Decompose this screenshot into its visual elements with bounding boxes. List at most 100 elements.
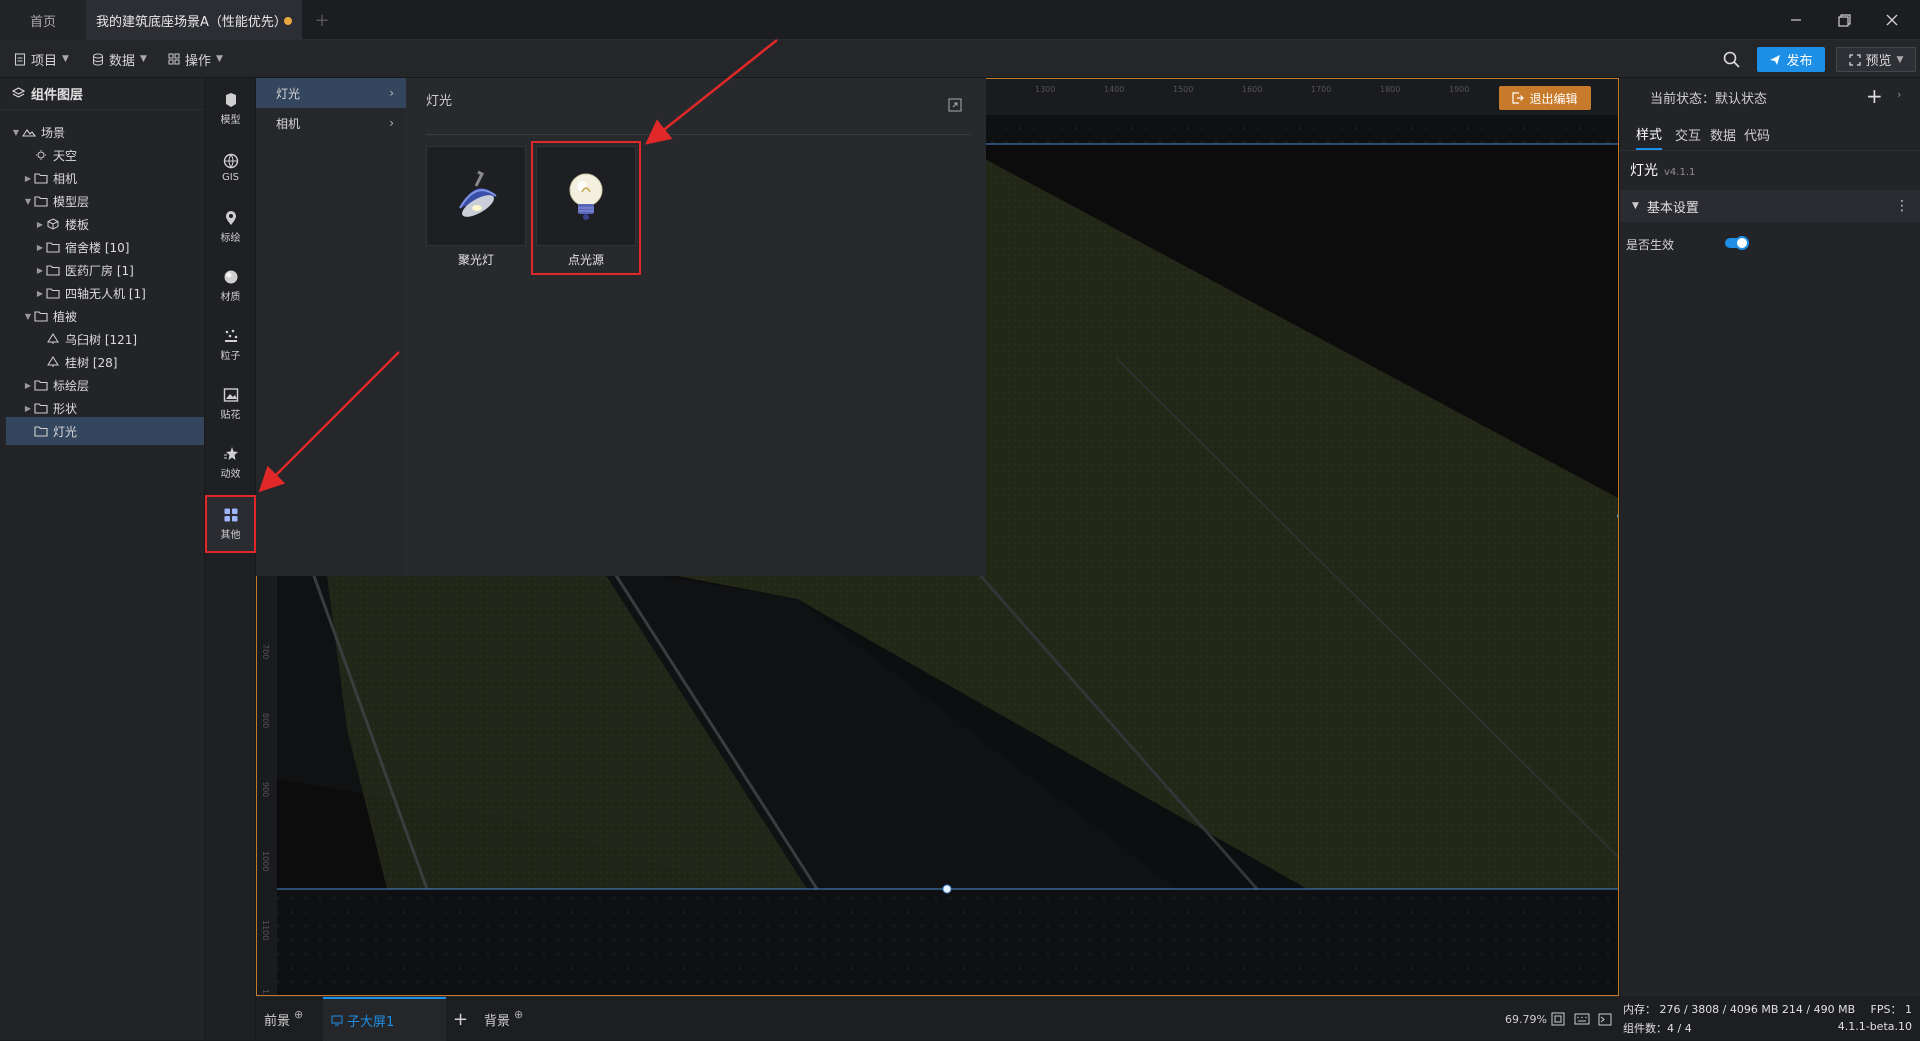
tree-icon <box>47 333 59 344</box>
category-label: 模型 <box>220 115 241 126</box>
section-basic-settings[interactable]: ▼ 基本设置 ⋮ <box>1620 190 1920 222</box>
component-category-strip: 模型 GIS 标绘材质粒子 贴花 动效其他 <box>205 78 256 1040</box>
tree-icon <box>47 356 59 367</box>
add-tab-button[interactable]: + <box>312 0 332 40</box>
foreground-tab[interactable]: 前景 ⊕ <box>264 997 303 1041</box>
exit-edit-button[interactable]: 退出编辑 <box>1499 86 1591 110</box>
material-icon <box>223 269 239 285</box>
menu-bar: 项目 ▼ 数据 ▼ 操作 ▼ 发布 预览 ▼ <box>0 40 1920 78</box>
category-particle[interactable]: 粒子 <box>205 316 256 374</box>
terminal-icon[interactable] <box>1598 997 1612 1041</box>
component-title: 灯光 <box>1630 163 1658 179</box>
caret-right-icon[interactable]: ▶ <box>22 381 34 390</box>
add-screen-button[interactable]: + <box>453 997 468 1041</box>
component-count: 组件数：4 / 4 <box>1623 1022 1692 1035</box>
search-icon[interactable] <box>1723 51 1740 68</box>
restore-button[interactable] <box>1820 0 1868 40</box>
menu-project[interactable]: 项目 ▼ <box>14 40 69 78</box>
particle-icon <box>223 328 239 344</box>
layer-item[interactable]: 灯光 <box>6 417 204 445</box>
add-state-button[interactable]: + <box>1866 84 1883 108</box>
sub-screen-tab[interactable]: 子大屏1 <box>323 997 446 1041</box>
caret-right-icon[interactable]: ▶ <box>22 404 34 413</box>
folder-icon <box>34 380 48 391</box>
caret-down-icon[interactable]: ▼ <box>22 312 34 321</box>
minimize-button[interactable] <box>1772 0 1820 40</box>
scene-icon <box>22 129 36 137</box>
toggle-knob <box>1735 236 1749 250</box>
caret-right-icon[interactable]: ▶ <box>34 243 46 252</box>
layers-icon <box>12 87 25 98</box>
keyboard-icon[interactable] <box>1574 997 1590 1041</box>
folder-icon <box>46 265 60 276</box>
layer-panel: 组件图层 ▼ 场景 天空 ▶ 相机 ▼ 模型层 ▶ 楼板 ▶ 宿舍楼 [10] ▶ 医药厂房 [1] ▶ 四… <box>0 78 205 1040</box>
menu-data[interactable]: 数据 ▼ <box>92 40 147 78</box>
zoom-level-label: 69.79% <box>1505 1012 1547 1026</box>
tab-home[interactable]: 首页 <box>0 0 86 40</box>
folder-icon <box>34 426 48 437</box>
caret-right-icon[interactable]: ▶ <box>34 266 46 275</box>
ruler-tick-label: 1000 <box>261 851 270 872</box>
more-options-icon[interactable]: ⋮ <box>1895 198 1909 214</box>
chevron-right-icon[interactable]: › <box>1897 88 1901 101</box>
ruler-tick-label: 700 <box>261 644 270 660</box>
ruler-tick-label: 1800 <box>1380 85 1401 94</box>
category-material[interactable]: 材质 <box>205 257 256 315</box>
preview-label: 预览 <box>1865 54 1892 69</box>
category-label: 材质 <box>220 292 241 303</box>
caret-right-icon[interactable]: ▶ <box>22 174 34 183</box>
popup-category-light[interactable]: 灯光 › <box>256 78 406 108</box>
model-icon <box>223 92 239 108</box>
caret-down-icon[interactable]: ▼ <box>10 128 22 137</box>
fit-icon[interactable] <box>1551 997 1565 1041</box>
add-circle-icon[interactable]: ⊕ <box>294 1008 303 1021</box>
popup-category-label: 灯光 <box>276 86 301 101</box>
close-button[interactable] <box>1868 0 1916 40</box>
category-other[interactable]: 其他 <box>205 495 256 553</box>
category-gis[interactable]: GIS <box>205 139 256 197</box>
ruler-tick-label: 1100 <box>261 920 270 941</box>
chevron-down-icon: ▼ <box>62 54 69 64</box>
popup-divider <box>426 134 971 135</box>
category-motion[interactable]: 动效 <box>205 434 256 492</box>
layer-item-label: 宿舍楼 [10] <box>65 240 130 255</box>
layer-item-label: 乌臼树 [121] <box>65 332 138 347</box>
ruler-tick-label: 1600 <box>1242 85 1263 94</box>
preview-button[interactable]: 预览 ▼ <box>1836 47 1916 72</box>
popup-category-camera[interactable]: 相机 › <box>256 108 406 138</box>
popup-category-list: 灯光 › 相机 › <box>256 78 406 576</box>
folder-icon <box>46 288 60 299</box>
enabled-toggle[interactable] <box>1725 236 1749 250</box>
category-plot[interactable]: 标绘 <box>205 198 256 256</box>
category-label: 其他 <box>220 530 241 541</box>
publish-button[interactable]: 发布 <box>1757 47 1825 72</box>
props-tab-data[interactable]: 数据 <box>1710 118 1736 150</box>
fullscreen-icon <box>1848 53 1861 66</box>
ruler-tick-label: 1700 <box>1311 85 1332 94</box>
sky-icon <box>36 150 46 160</box>
category-decal[interactable]: 贴花 <box>205 375 256 433</box>
card-spotlight[interactable]: 聚光灯 <box>426 146 526 270</box>
menu-operate[interactable]: 操作 ▼ <box>168 40 223 78</box>
spotlight-icon <box>426 146 526 246</box>
layer-item-label: 灯光 <box>53 424 78 439</box>
component-version: v4.1.1 <box>1664 167 1696 178</box>
tab-scene[interactable]: 我的建筑底座场景A（性能优先） <box>86 0 302 40</box>
tab-scene-label: 我的建筑底座场景A（性能优先） <box>96 14 287 30</box>
add-circle-icon[interactable]: ⊕ <box>514 1008 523 1021</box>
card-point-light[interactable]: 点光源 <box>531 141 641 275</box>
props-tab-code[interactable]: 代码 <box>1744 118 1770 150</box>
caret-right-icon[interactable]: ▶ <box>34 289 46 298</box>
cube-icon <box>47 218 59 230</box>
layer-item-label: 植被 <box>53 309 78 324</box>
folder-icon <box>34 311 48 322</box>
expand-icon[interactable] <box>948 98 962 112</box>
category-model[interactable]: 模型 <box>205 80 256 138</box>
memory-status: 内存： 276 / 3808 / 4096 MB 214 / 490 MB <box>1623 1003 1856 1016</box>
props-tab-style[interactable]: 样式 <box>1636 118 1663 150</box>
layer-panel-title: 组件图层 <box>31 88 84 103</box>
caret-right-icon[interactable]: ▶ <box>34 220 46 229</box>
caret-down-icon[interactable]: ▼ <box>22 197 34 206</box>
props-tab-interaction[interactable]: 交互 <box>1675 118 1701 150</box>
background-tab[interactable]: 背景 ⊕ <box>484 997 523 1041</box>
